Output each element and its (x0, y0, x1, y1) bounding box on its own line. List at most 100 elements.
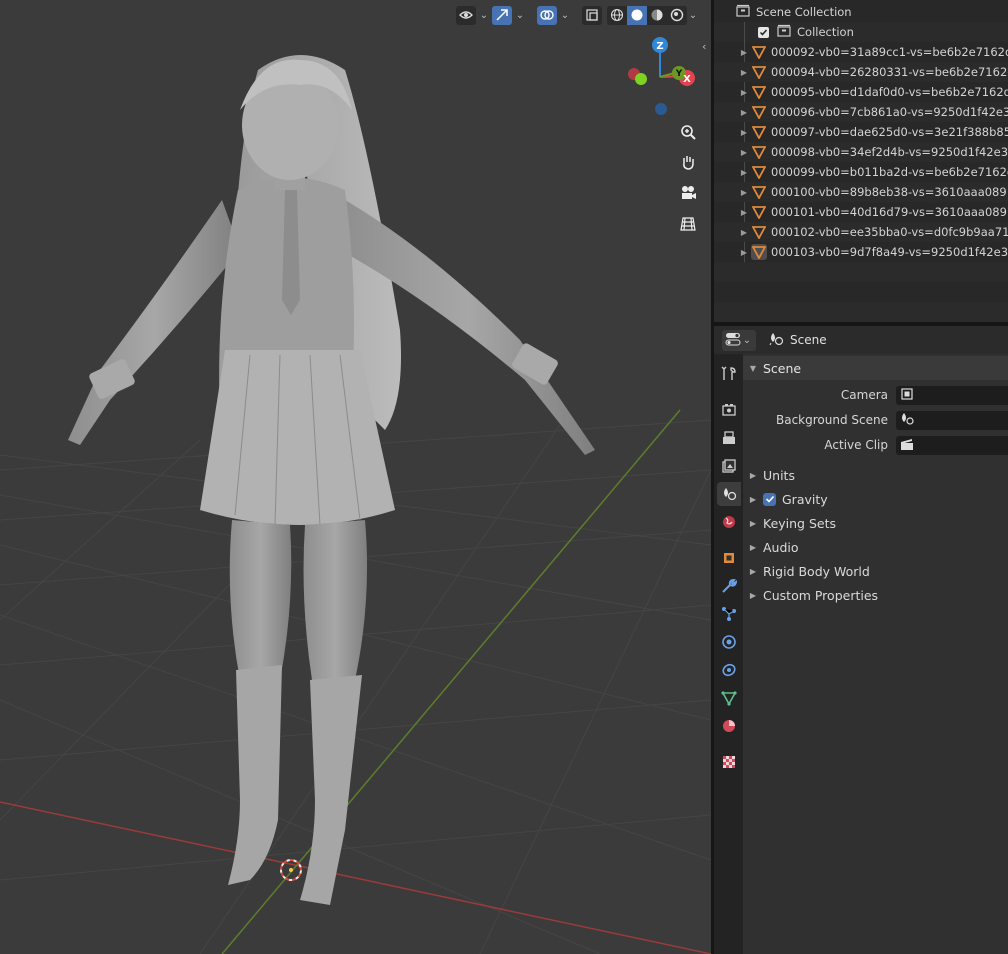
gravity-subpanel[interactable]: ▶ Gravity (743, 488, 1008, 510)
list-item[interactable]: ▶ 000099-vb0=b011ba2d-vs=be6b2e7162dff9 (714, 162, 1008, 182)
mesh-icon (751, 124, 767, 140)
output-tab-icon[interactable] (717, 426, 741, 450)
view-layer-tab-icon[interactable] (717, 454, 741, 478)
list-item[interactable]: ▶ 000096-vb0=7cb861a0-vs=9250d1f42e35a (714, 102, 1008, 122)
clapperboard-icon (900, 437, 914, 454)
chevron-down-icon: ⌄ (515, 9, 525, 21)
tool-tab-icon[interactable] (717, 362, 741, 386)
empty-row (714, 262, 1008, 282)
properties-tabs (714, 354, 743, 954)
gizmo-toggle[interactable]: ⌄ (492, 5, 526, 25)
expand-arrow-icon[interactable]: ▶ (739, 88, 749, 97)
mesh-icon (751, 204, 767, 220)
expand-arrow-icon: ▶ (749, 518, 757, 528)
gizmo-icon (492, 5, 512, 25)
list-item[interactable]: ▶ 000101-vb0=40d16d79-vs=3610aaa08914 (714, 202, 1008, 222)
expand-arrow-icon[interactable]: ▶ (739, 188, 749, 197)
background-scene-label: Background Scene (776, 413, 888, 427)
outliner[interactable]: Scene Collection Collection ▶ 000092-vb0… (714, 0, 1008, 322)
collapse-arrow-icon: ▼ (749, 363, 757, 373)
navigation-gizmo[interactable]: Z X Y (620, 32, 710, 122)
custom-properties-subpanel[interactable]: ▶ Custom Properties (743, 584, 1008, 606)
empty-row (714, 282, 1008, 302)
scene-collection-label: Scene Collection (756, 5, 852, 19)
list-item[interactable]: ▶ 000097-vb0=dae625d0-vs=3e21f388b8521 (714, 122, 1008, 142)
perspective-grid-icon[interactable] (676, 212, 700, 236)
expand-arrow-icon[interactable]: ▶ (739, 108, 749, 117)
shading-mode-group[interactable]: ⌄ (607, 5, 699, 25)
camera-view-icon[interactable] (676, 181, 700, 205)
expand-arrow-icon[interactable]: ▶ (739, 208, 749, 217)
empty-row (714, 302, 1008, 322)
list-item[interactable]: ▶ 000103-vb0=9d7f8a49-vs=9250d1f42e35a (714, 242, 1008, 262)
expand-arrow-icon[interactable]: ▶ (739, 128, 749, 137)
rigid-body-world-subpanel[interactable]: ▶ Rigid Body World (743, 560, 1008, 582)
pan-hand-icon[interactable] (676, 150, 700, 174)
object-tab-icon[interactable] (717, 546, 741, 570)
camera-field[interactable] (896, 385, 1008, 405)
collection-visibility-checkbox[interactable] (758, 26, 769, 38)
list-item[interactable]: ▶ 000100-vb0=89b8eb38-vs=3610aaa08914 (714, 182, 1008, 202)
background-scene-row: Background Scene (743, 409, 1008, 431)
object-name: 000096-vb0=7cb861a0-vs=9250d1f42e35a (771, 105, 1008, 119)
active-clip-field[interactable] (896, 435, 1008, 455)
audio-subpanel[interactable]: ▶ Audio (743, 536, 1008, 558)
overlays-toggle[interactable]: ⌄ (537, 5, 571, 25)
units-subpanel[interactable]: ▶ Units (743, 464, 1008, 486)
gravity-checkbox[interactable] (763, 492, 776, 506)
list-item[interactable]: ▶ 000095-vb0=d1daf0d0-vs=be6b2e7162dff9 (714, 82, 1008, 102)
expand-arrow-icon[interactable]: ▶ (739, 168, 749, 177)
expand-arrow-icon[interactable]: ▶ (739, 148, 749, 157)
xray-toggle[interactable] (582, 5, 602, 25)
rendered-shading-icon[interactable] (667, 5, 687, 25)
list-item[interactable]: ▶ 000102-vb0=ee35bba0-vs=d0fc9b9aa71f4f (714, 222, 1008, 242)
particles-tab-icon[interactable] (717, 602, 741, 626)
keying-sets-subpanel[interactable]: ▶ Keying Sets (743, 512, 1008, 534)
zoom-icon[interactable] (676, 120, 700, 144)
texture-tab-icon[interactable] (717, 750, 741, 774)
solid-shading-icon[interactable] (627, 5, 647, 25)
material-tab-icon[interactable] (717, 714, 741, 738)
properties-editor[interactable]: ⌄ Scene ▼ Scene Camera Background Scene … (714, 326, 1008, 954)
overlays-icon (537, 5, 557, 25)
expand-arrow-icon[interactable]: ▶ (739, 248, 749, 257)
mesh-icon (751, 64, 767, 80)
z-axis-label: Z (656, 41, 663, 52)
collection-icon (777, 24, 791, 41)
gravity-label: Gravity (782, 491, 828, 507)
object-name: 000100-vb0=89b8eb38-vs=3610aaa08914 (771, 185, 1008, 199)
background-scene-field[interactable] (896, 410, 1008, 430)
editor-type-dropdown[interactable]: ⌄ (722, 329, 756, 351)
list-item[interactable]: ▶ 000098-vb0=34ef2d4b-vs=9250d1f42e35a (714, 142, 1008, 162)
collection-row[interactable]: Collection (714, 22, 1008, 42)
render-tab-icon[interactable] (717, 398, 741, 422)
expand-arrow-icon: ▶ (749, 566, 757, 576)
scene-collection-row[interactable]: Scene Collection (714, 2, 1008, 22)
properties-header: ⌄ Scene (714, 326, 1008, 354)
collection-label: Collection (797, 25, 854, 39)
3d-viewport[interactable]: ⌄ ⌄ ⌄ ⌄ ‹ Z X Y (0, 0, 711, 954)
active-clip-row: Active Clip (743, 434, 1008, 456)
mesh-icon (751, 44, 767, 60)
expand-arrow-icon[interactable]: ▶ (739, 48, 749, 57)
object-name: 000101-vb0=40d16d79-vs=3610aaa08914 (771, 205, 1008, 219)
wireframe-shading-icon[interactable] (607, 5, 627, 25)
list-item[interactable]: ▶ 000094-vb0=26280331-vs=be6b2e7162dff (714, 62, 1008, 82)
material-shading-icon[interactable] (647, 5, 667, 25)
scene-panel-header[interactable]: ▼ Scene (743, 356, 1008, 380)
list-item[interactable]: ▶ 000092-vb0=31a89cc1-vs=be6b2e7162dff9 (714, 42, 1008, 62)
scene-tab-icon[interactable] (717, 482, 741, 506)
constraints-tab-icon[interactable] (717, 658, 741, 682)
modifiers-wrench-icon[interactable] (717, 574, 741, 598)
physics-tab-icon[interactable] (717, 630, 741, 654)
world-tab-icon[interactable] (717, 510, 741, 534)
chevron-down-icon: ⌄ (560, 9, 570, 21)
object-name: 000095-vb0=d1daf0d0-vs=be6b2e7162dff9 (771, 85, 1008, 99)
visibility-dropdown[interactable]: ⌄ (456, 5, 490, 25)
expand-arrow-icon[interactable]: ▶ (739, 68, 749, 77)
3d-cursor (280, 859, 302, 881)
object-name: 000099-vb0=b011ba2d-vs=be6b2e7162dff9 (771, 165, 1008, 179)
object-data-tab-icon[interactable] (717, 686, 741, 710)
viewport-scene (0, 55, 711, 954)
expand-arrow-icon[interactable]: ▶ (739, 228, 749, 237)
